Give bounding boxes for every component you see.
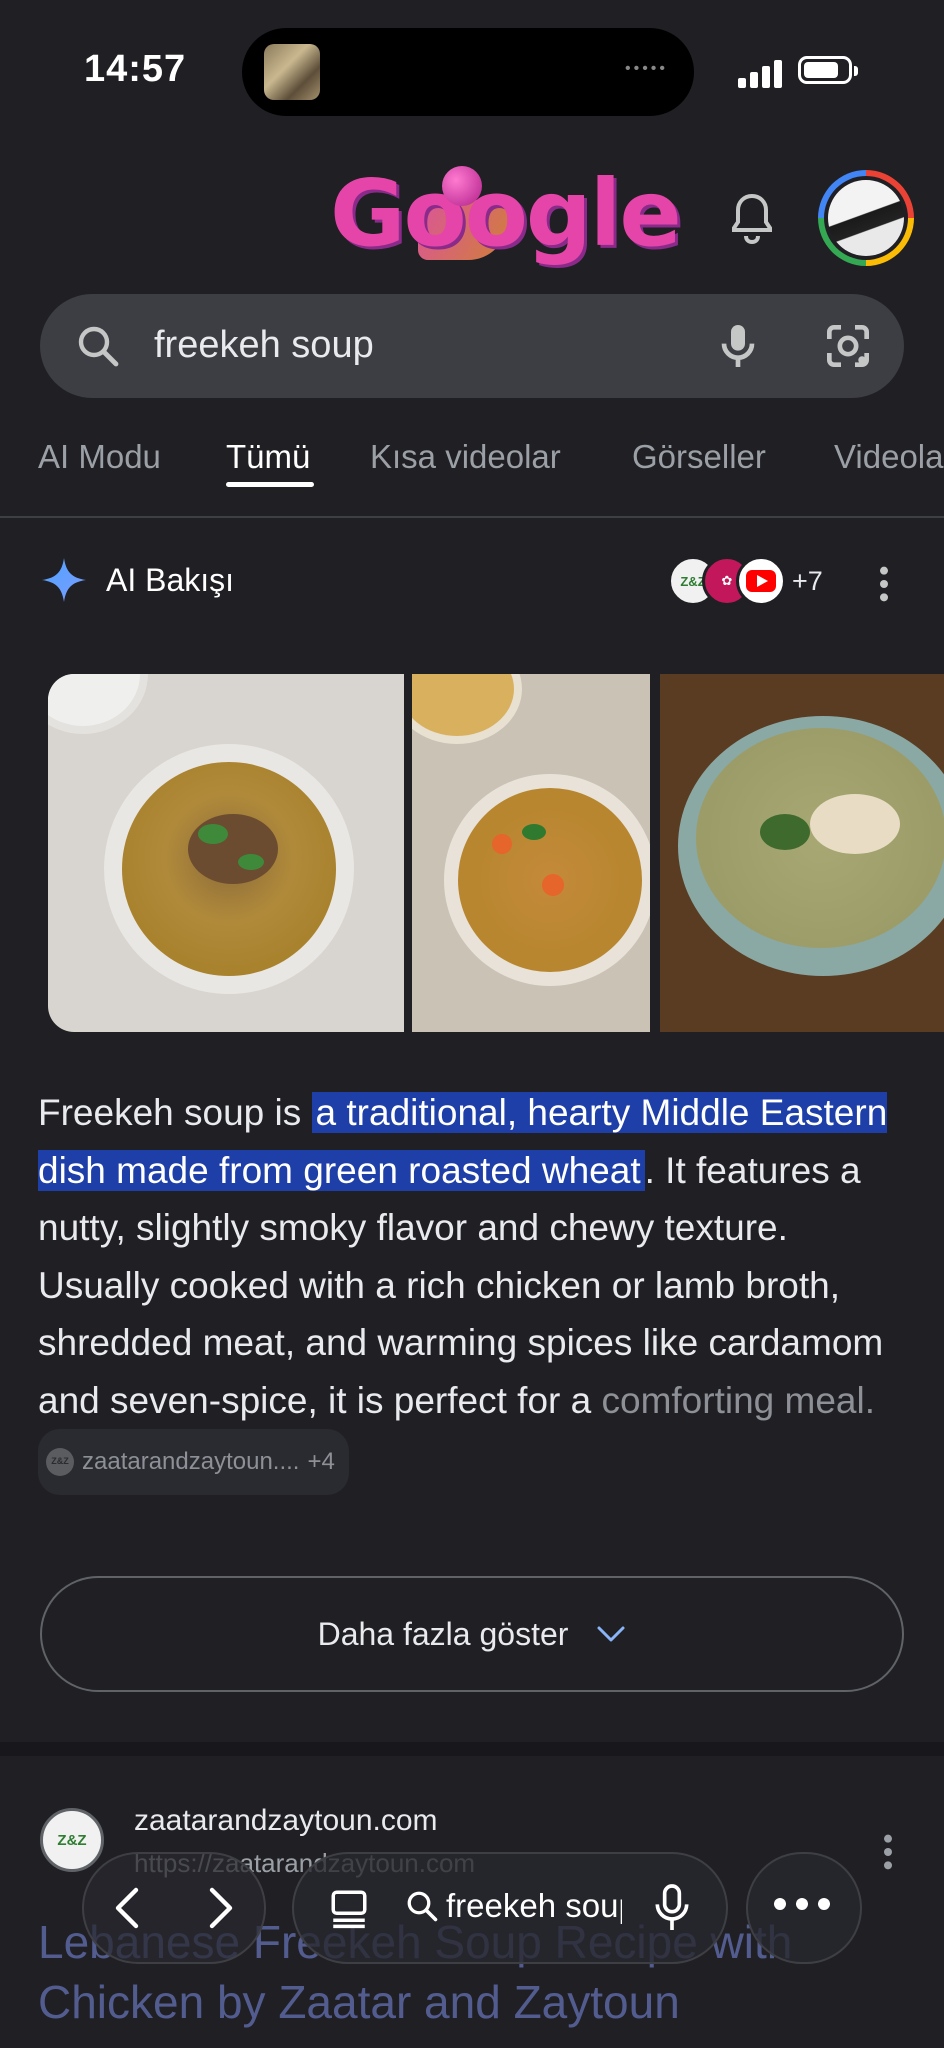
back-icon[interactable]	[106, 1884, 154, 1932]
overview-text-faded: comforting meal.	[601, 1379, 876, 1421]
status-indicators	[738, 54, 858, 88]
tab-all[interactable]: Tümü	[226, 438, 310, 476]
toolbar-more-button[interactable]	[746, 1852, 862, 1964]
lens-icon[interactable]	[820, 318, 876, 374]
bell-icon[interactable]	[728, 192, 776, 248]
soup-image-1[interactable]	[48, 674, 404, 1032]
now-playing-thumbnail	[264, 44, 320, 100]
mic-icon[interactable]	[710, 318, 766, 374]
status-bar: 14:57 •••••	[0, 0, 944, 140]
forward-icon[interactable]	[194, 1884, 242, 1932]
section-divider	[0, 1742, 944, 1756]
soup-image-2[interactable]	[412, 674, 650, 1032]
search-icon	[78, 326, 119, 367]
doodle-ball	[442, 166, 482, 206]
ai-overview-text: Freekeh soup is a traditional, hearty Mi…	[38, 1084, 908, 1495]
tab-videos[interactable]: Videolar	[834, 438, 944, 476]
avatar-photo	[828, 180, 904, 256]
result-favicon: Z&Z	[40, 1808, 104, 1872]
tab-short-videos[interactable]: Kısa videolar	[370, 438, 561, 476]
ai-overview-title: AI Bakışı	[106, 562, 235, 598]
result-domain[interactable]: zaatarandzaytoun.com	[134, 1804, 438, 1838]
mic-icon[interactable]	[650, 1882, 694, 1934]
source-count: +7	[792, 566, 823, 596]
show-more-label: Daha fazla göster	[317, 1615, 569, 1652]
citation-chip[interactable]: Z&Z zaatarandzaytoun.... +4	[38, 1429, 349, 1495]
soup-image-3[interactable]	[660, 674, 944, 1032]
citation-label: zaatarandzaytoun....	[82, 1448, 300, 1475]
toolbar-navigation	[82, 1852, 266, 1964]
chevron-down-icon	[597, 1626, 625, 1642]
search-icon	[407, 1891, 438, 1922]
show-more-button[interactable]: Daha fazla göster	[40, 1576, 904, 1692]
status-time: 14:57	[84, 48, 187, 90]
google-doodle-logo[interactable]: Google	[330, 160, 682, 270]
ai-overview-images	[48, 674, 944, 1032]
ai-sparkle-icon	[42, 558, 86, 602]
dynamic-island[interactable]: •••••	[242, 28, 694, 116]
avatar[interactable]	[818, 170, 914, 266]
citation-extra: +4	[307, 1448, 335, 1475]
battery-icon	[798, 56, 858, 84]
search-tabs: AI Modu Tümü Kısa videolar Görseller Vid…	[0, 430, 944, 516]
tabs-icon[interactable]	[328, 1886, 370, 1930]
result-more-icon[interactable]	[876, 1832, 900, 1872]
overview-text-start: Freekeh soup is	[38, 1092, 312, 1133]
search-bar[interactable]: freekeh soup	[40, 294, 904, 398]
ai-sources[interactable]: Z&Z ✿ +7	[668, 556, 868, 606]
more-options-icon[interactable]	[872, 564, 896, 604]
tab-images[interactable]: Görseller	[632, 438, 766, 476]
tabs-divider	[0, 516, 944, 518]
citation-logo-icon: Z&Z	[46, 1447, 74, 1476]
tab-ai-mode[interactable]: AI Modu	[38, 438, 161, 476]
more-icon	[774, 1898, 834, 1918]
signal-icon	[738, 60, 782, 88]
logo-text: Google	[330, 160, 682, 267]
island-dots: •••••	[624, 60, 668, 77]
toolbar-address-bar[interactable]: freekeh soup	[292, 1852, 728, 1964]
search-input[interactable]: freekeh soup	[154, 324, 374, 367]
source-youtube-icon	[736, 556, 786, 606]
active-tab-indicator	[226, 482, 314, 487]
toolbar-query[interactable]: freekeh soup	[446, 1887, 622, 1925]
